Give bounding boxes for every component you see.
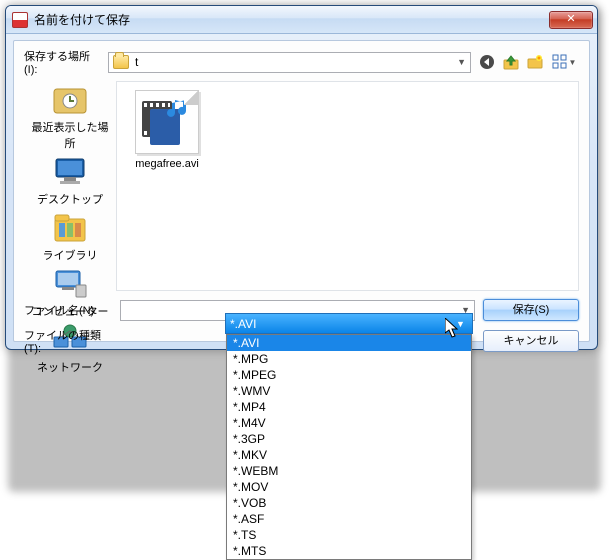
new-folder-icon	[527, 54, 543, 70]
filetype-option[interactable]: *.M4V	[227, 415, 471, 431]
filetype-option[interactable]: *.WEBM	[227, 463, 471, 479]
places-bar: 最近表示した場所 デスクトップ ライブラリ コンピューター ネットワーク	[24, 81, 116, 291]
folder-icon	[113, 55, 129, 69]
place-label: ライブラリ	[43, 250, 98, 262]
filetype-dropdown-list[interactable]: *.AVI *.MPG *.MPEG *.WMV *.MP4 *.M4V *.3…	[226, 334, 472, 560]
chevron-down-icon: ▼	[457, 57, 466, 67]
filetype-option[interactable]: *.AVI	[227, 335, 471, 351]
save-as-dialog: 名前を付けて保存 ✕ 保存する場所(I): t ▼	[5, 5, 598, 350]
place-label: ネットワーク	[37, 362, 103, 374]
filetype-combo[interactable]: *.AVI ▼	[225, 313, 473, 334]
file-item[interactable]: megafree.avi	[125, 90, 209, 170]
save-in-label: 保存する場所(I):	[24, 48, 102, 76]
recent-places-icon	[50, 83, 90, 117]
place-recent[interactable]: 最近表示した場所	[27, 83, 113, 151]
place-label: 最近表示した場所	[32, 122, 109, 150]
filetype-option[interactable]: *.WMV	[227, 383, 471, 399]
filetype-option[interactable]: *.MPG	[227, 351, 471, 367]
place-label: デスクトップ	[37, 194, 103, 206]
back-icon	[479, 54, 495, 70]
back-button[interactable]	[477, 52, 497, 72]
filetype-option[interactable]: *.MP4	[227, 399, 471, 415]
filename-label: ファイル名(N):	[24, 302, 112, 318]
titlebar[interactable]: 名前を付けて保存 ✕	[6, 6, 597, 34]
save-button[interactable]: 保存(S)	[483, 299, 579, 321]
close-button[interactable]: ✕	[549, 11, 593, 29]
file-name: megafree.avi	[135, 158, 199, 170]
dialog-body: 保存する場所(I): t ▼ ▼	[13, 40, 590, 342]
save-in-row: 保存する場所(I): t ▼ ▼	[24, 49, 579, 75]
filetype-option[interactable]: *.MTS	[227, 543, 471, 559]
video-file-icon	[135, 90, 199, 154]
place-libraries[interactable]: ライブラリ	[27, 211, 113, 263]
up-one-level-button[interactable]	[501, 52, 521, 72]
desktop-icon	[50, 155, 90, 189]
app-icon	[12, 12, 28, 28]
view-mode-button[interactable]: ▼	[549, 52, 579, 72]
filetype-selected: *.AVI	[230, 317, 256, 331]
filetype-option[interactable]: *.TS	[227, 527, 471, 543]
new-folder-button[interactable]	[525, 52, 545, 72]
window-title: 名前を付けて保存	[34, 11, 549, 28]
filetype-option[interactable]: *.MPEG	[227, 367, 471, 383]
filetype-option[interactable]: *.MOV	[227, 479, 471, 495]
place-desktop[interactable]: デスクトップ	[27, 155, 113, 207]
up-one-level-icon	[503, 54, 519, 70]
save-in-combo[interactable]: t ▼	[108, 52, 471, 73]
main-split: 最近表示した場所 デスクトップ ライブラリ コンピューター ネットワーク	[24, 81, 579, 291]
computer-icon	[50, 267, 90, 301]
music-note-icon	[166, 97, 190, 121]
filetype-option[interactable]: *.ASF	[227, 511, 471, 527]
chevron-down-icon: ▼	[453, 314, 468, 333]
filetype-label: ファイルの種類(T):	[24, 327, 112, 355]
nav-toolbar: ▼	[477, 52, 579, 72]
file-list-pane[interactable]: megafree.avi	[116, 81, 579, 291]
libraries-icon	[50, 211, 90, 245]
save-in-value: t	[135, 55, 138, 69]
filetype-option[interactable]: *.MKV	[227, 447, 471, 463]
filetype-option[interactable]: *.VOB	[227, 495, 471, 511]
filetype-option[interactable]: *.3GP	[227, 431, 471, 447]
cancel-button[interactable]: キャンセル	[483, 330, 579, 352]
chevron-down-icon: ▼	[569, 58, 577, 67]
view-mode-icon	[552, 54, 568, 70]
